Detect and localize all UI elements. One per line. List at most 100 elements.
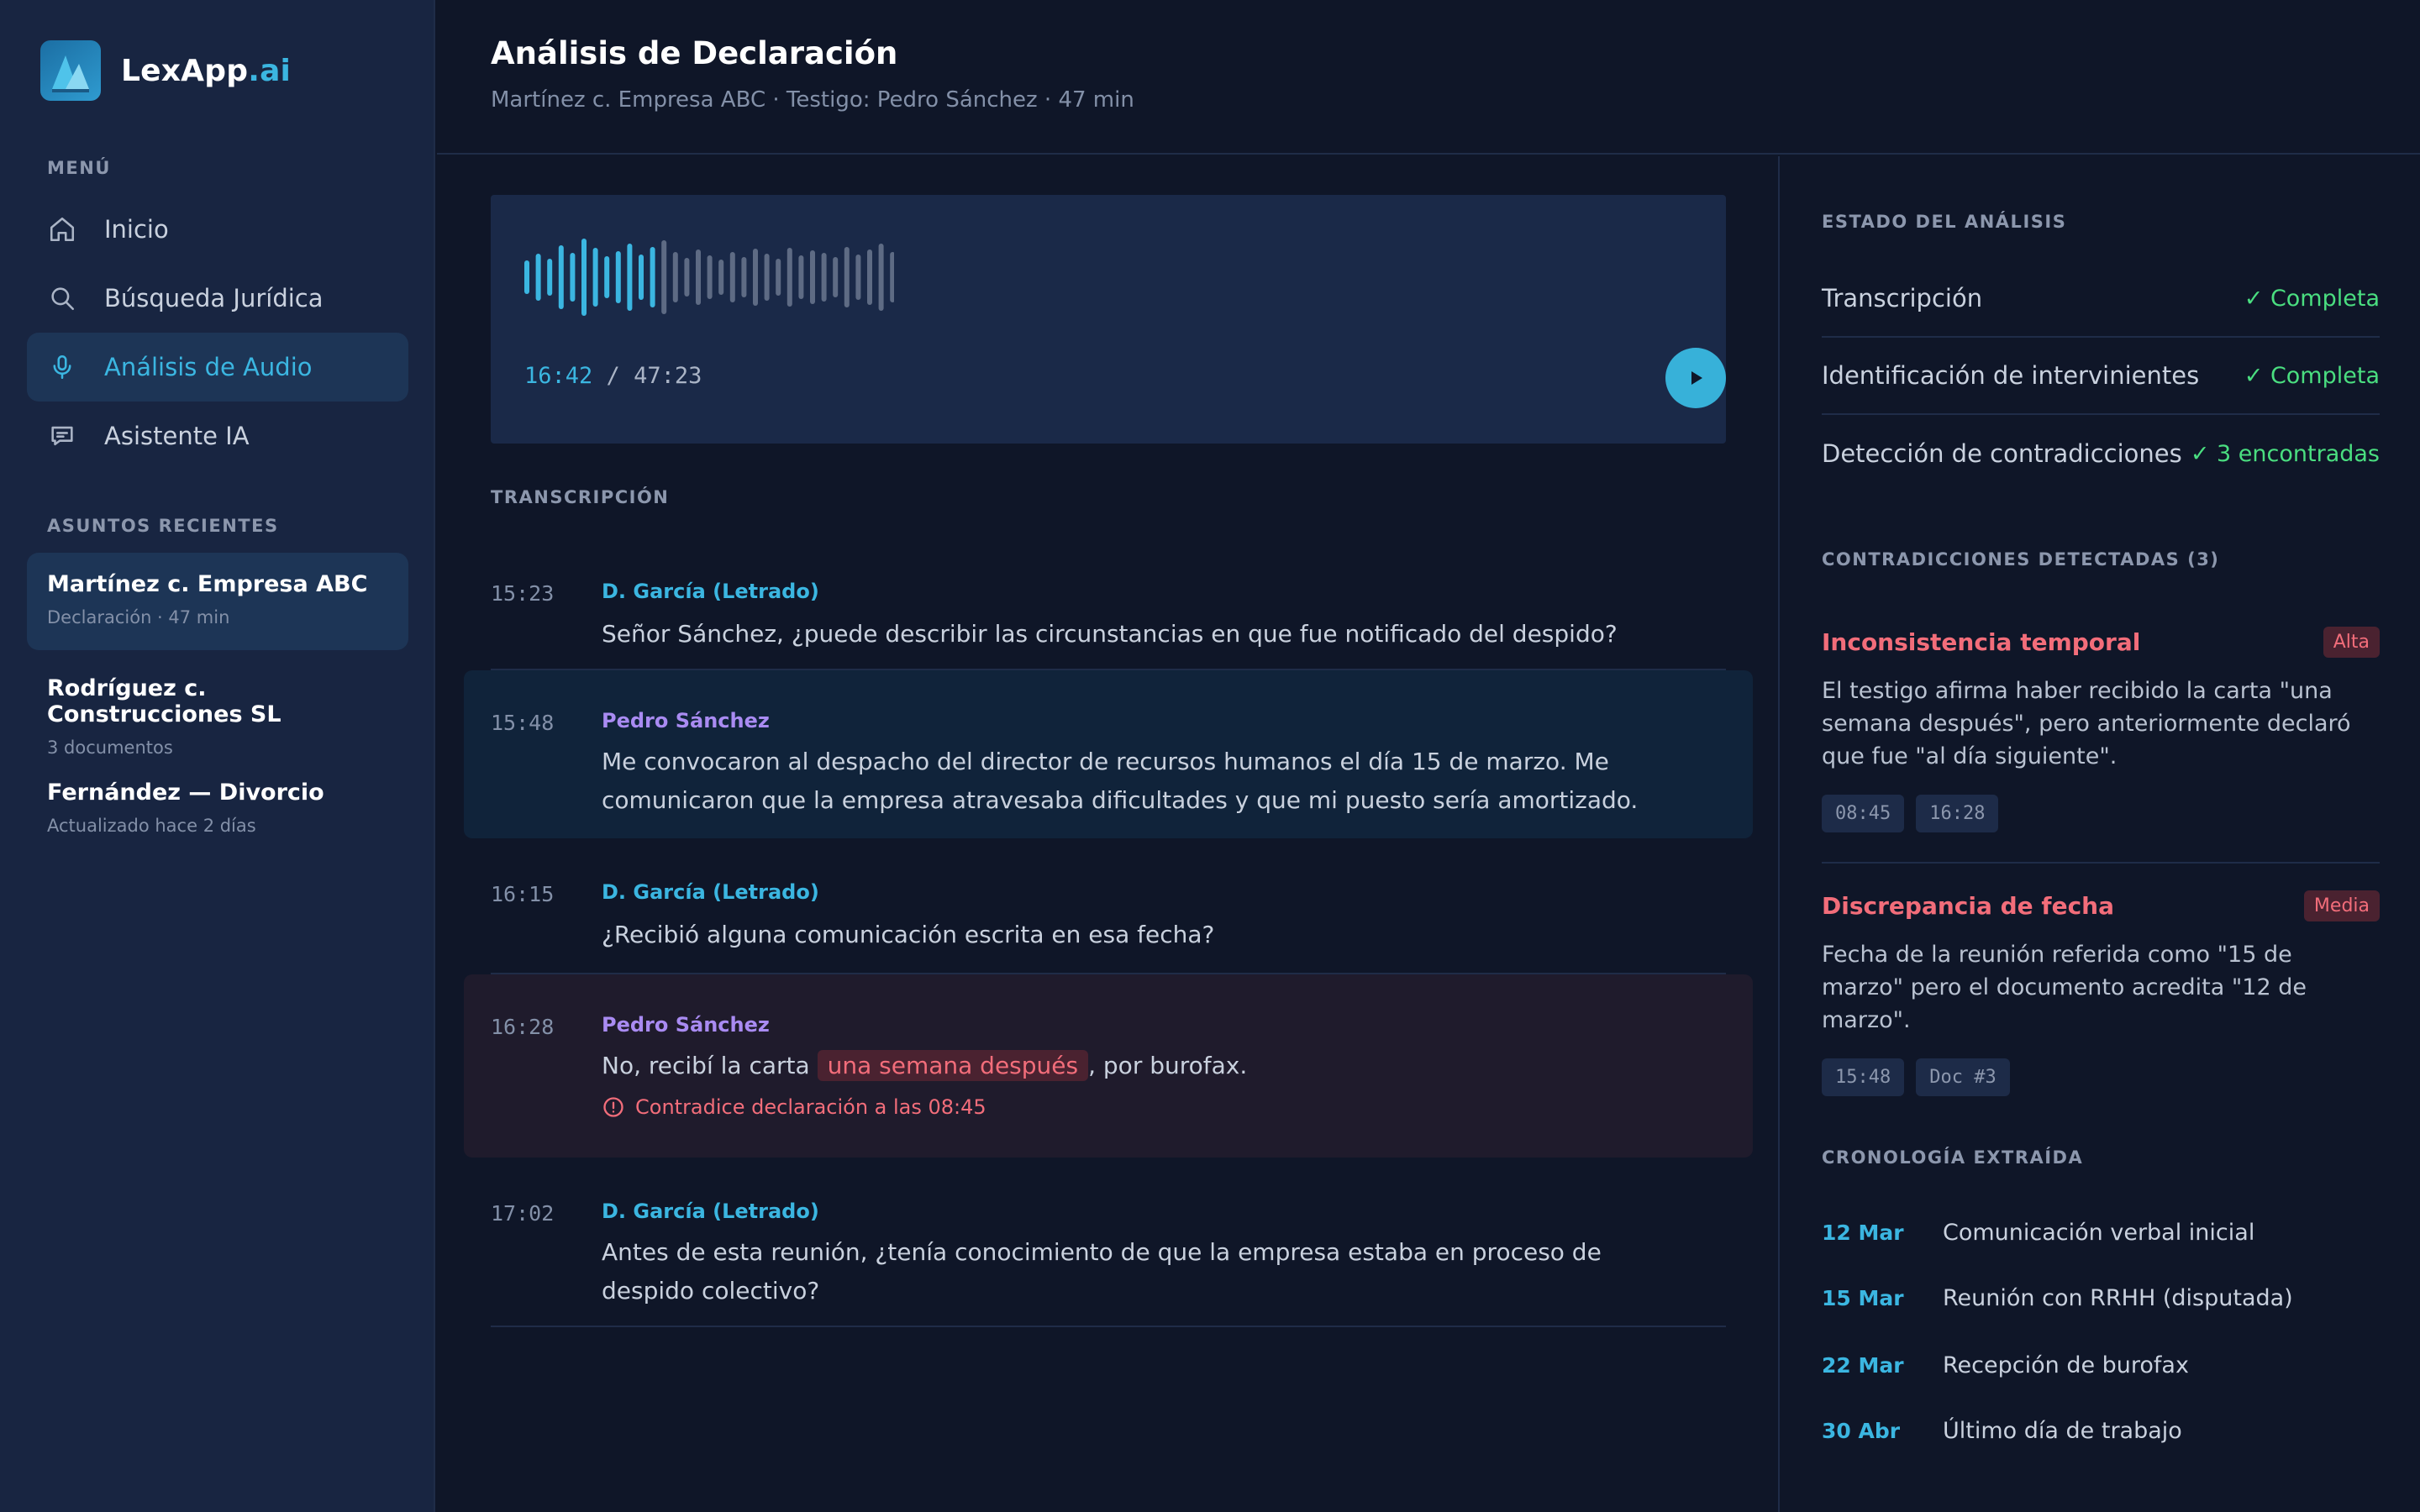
time-separator: / xyxy=(592,363,634,389)
reference-chip[interactable]: Doc #3 xyxy=(1916,1058,2010,1096)
logo-icon xyxy=(40,40,101,101)
sidebar-item-label: Búsqueda Jurídica xyxy=(104,284,324,312)
waveform-bar xyxy=(672,252,678,302)
entry-speaker: D. García (Letrado) xyxy=(602,580,819,603)
waveform-bar xyxy=(615,251,621,303)
status-row-transcripcion: Transcripción ✓ Completa xyxy=(1822,260,2380,338)
play-button[interactable] xyxy=(1665,348,1726,408)
status-row-contradicciones: Detección de contradicciones ✓ 3 encontr… xyxy=(1822,415,2380,492)
chronology-date: 30 Abr xyxy=(1822,1419,1901,1443)
waveform-bar xyxy=(547,259,553,296)
entry-text: No, recibí la carta una semana después, … xyxy=(602,1047,1728,1085)
waveform-bar xyxy=(558,245,564,309)
reference-chip[interactable]: 16:28 xyxy=(1916,795,1999,832)
case-title: Martínez c. Empresa ABC xyxy=(47,571,368,597)
page-header: Análisis de Declaración Martínez c. Empr… xyxy=(437,0,2420,155)
analysis-status-label: ESTADO DEL ANÁLISIS xyxy=(1822,212,2067,232)
chronology-item[interactable]: 12 Mar Comunicación verbal inicial xyxy=(1822,1220,2380,1246)
case-item-fernandez[interactable]: Fernández — Divorcio Actualizado hace 2 … xyxy=(27,761,408,858)
chronology-item[interactable]: 30 Abr Último día de trabajo xyxy=(1822,1418,2380,1444)
chronology-event: Comunicación verbal inicial xyxy=(1943,1220,2255,1246)
brand-tld: .ai xyxy=(248,53,292,88)
entry-speaker: Pedro Sánchez xyxy=(602,1013,770,1037)
brand[interactable]: LexApp.ai xyxy=(40,40,291,101)
waveform-bar xyxy=(821,253,827,302)
chronology-date: 15 Mar xyxy=(1822,1286,1904,1310)
waveform-bar xyxy=(833,257,839,297)
waveform-bar xyxy=(707,255,713,299)
total-time: 47:23 xyxy=(634,363,702,389)
status-name: Transcripción xyxy=(1822,284,1983,312)
contradiction-highlight[interactable]: una semana después xyxy=(817,1050,1089,1081)
contradiction-description: El testigo afirma haber recibido la cart… xyxy=(1822,678,2351,769)
microphone-icon xyxy=(47,352,77,382)
entry-timestamp[interactable]: 17:02 xyxy=(491,1201,554,1226)
waveform-bar xyxy=(650,247,655,307)
waveform-bar xyxy=(844,247,850,307)
entry-text-after: , por burofax. xyxy=(1088,1052,1248,1079)
play-icon xyxy=(1691,371,1702,385)
waveform-bar xyxy=(855,255,861,300)
contradiction-warning[interactable]: Contradice declaración a las 08:45 xyxy=(602,1095,986,1119)
entry-text: Señor Sánchez, ¿puede describir las circ… xyxy=(602,620,1618,648)
contradiction-card[interactable]: Discrepancia de fecha Media Fecha de la … xyxy=(1822,890,2380,1096)
entry-timestamp[interactable]: 16:28 xyxy=(491,1015,554,1039)
case-subtitle: Declaración · 47 min xyxy=(47,607,230,627)
entry-speaker: D. García (Letrado) xyxy=(602,880,819,904)
case-title: Rodríguez c. Construcciones SL xyxy=(47,675,281,727)
contradiction-card[interactable]: Inconsistencia temporal Alta El testigo … xyxy=(1822,627,2380,832)
entry-timestamp[interactable]: 15:48 xyxy=(491,711,554,735)
waveform-bar xyxy=(684,258,690,297)
chronology-item[interactable]: 15 Mar Reunión con RRHH (disputada) xyxy=(1822,1285,2380,1311)
audio-waveform[interactable] xyxy=(524,235,894,319)
audio-player: 16:42 / 47:23 xyxy=(491,195,1726,444)
waveform-bar xyxy=(786,248,792,307)
chronology-event: Último día de trabajo xyxy=(1943,1418,2182,1444)
chat-icon xyxy=(47,421,77,451)
contradiction-description: Fecha de la reunión referida como "15 de… xyxy=(1822,942,2307,1033)
entry-speaker: D. García (Letrado) xyxy=(602,1200,819,1223)
sidebar-item-label: Asistente IA xyxy=(104,422,250,450)
menu-section-label: MENÚ xyxy=(47,158,111,178)
transcript-entry[interactable]: 16:15 D. García (Letrado) ¿Recibió algun… xyxy=(464,842,1753,968)
case-item-martinez[interactable]: Martínez c. Empresa ABC Declaración · 47… xyxy=(27,553,408,650)
waveform-bar xyxy=(661,240,667,314)
transcript-entry[interactable]: 17:02 D. García (Letrado) Antes de esta … xyxy=(464,1161,1753,1329)
analysis-panel: ESTADO DEL ANÁLISIS Transcripción ✓ Comp… xyxy=(1781,156,2420,1512)
divider xyxy=(1822,862,2380,864)
chronology-event: Recepción de burofax xyxy=(1943,1352,2189,1378)
transcript-section-label: TRANSCRIPCIÓN xyxy=(491,487,670,507)
entry-timestamp[interactable]: 16:15 xyxy=(491,882,554,906)
status-value: ✓ 3 encontradas xyxy=(2190,440,2380,467)
sidebar-item-label: Análisis de Audio xyxy=(104,353,313,381)
entry-text: ¿Recibió alguna comunicación escrita en … xyxy=(602,921,1215,948)
waveform-bar xyxy=(696,249,701,305)
waveform-bar xyxy=(627,244,633,311)
sidebar-item-analisis-audio[interactable]: Análisis de Audio xyxy=(27,333,408,402)
sidebar-item-inicio[interactable]: Inicio xyxy=(27,195,408,264)
sidebar-item-label: Inicio xyxy=(104,215,169,244)
reference-chip[interactable]: 08:45 xyxy=(1822,795,1905,832)
chronology-item[interactable]: 22 Mar Recepción de burofax xyxy=(1822,1352,2380,1378)
waveform-bar xyxy=(604,256,610,298)
transcript-entry[interactable]: 15:48 Pedro Sánchez Me convocaron al des… xyxy=(464,670,1753,838)
sidebar-item-busqueda[interactable]: Búsqueda Jurídica xyxy=(27,264,408,333)
entry-timestamp[interactable]: 15:23 xyxy=(491,581,554,606)
status-name: Detección de contradicciones xyxy=(1822,439,2182,468)
transcript-entry[interactable]: 15:23 D. García (Letrado) Señor Sánchez,… xyxy=(464,541,1753,667)
sidebar-item-asistente[interactable]: Asistente IA xyxy=(27,402,408,470)
main-content: 16:42 / 47:23 TRANSCRIPCIÓN 15:23 D. Gar… xyxy=(437,156,1780,1512)
warning-text: Contradice declaración a las 08:45 xyxy=(635,1095,986,1119)
transcript-entry-contradiction[interactable]: 16:28 Pedro Sánchez No, recibí la carta … xyxy=(464,974,1753,1158)
brand-name: LexApp xyxy=(121,53,249,88)
reference-chip[interactable]: 15:48 xyxy=(1822,1058,1905,1096)
current-time: 16:42 xyxy=(524,363,593,389)
entry-text: Me convocaron al despacho del director d… xyxy=(602,748,1639,814)
entry-speaker: Pedro Sánchez xyxy=(602,709,770,732)
case-subtitle: 3 documentos xyxy=(47,738,173,758)
app-window: LexApp.ai MENÚ Inicio Búsqueda Jurídica … xyxy=(0,0,2420,1512)
status-value: ✓ Completa xyxy=(2244,285,2380,312)
recent-section-label: ASUNTOS RECIENTES xyxy=(47,516,279,536)
chronology-section-label: CRONOLOGÍA EXTRAÍDA xyxy=(1822,1147,2084,1168)
case-item-rodriguez[interactable]: Rodríguez c. Construcciones SL 3 documen… xyxy=(27,657,408,758)
